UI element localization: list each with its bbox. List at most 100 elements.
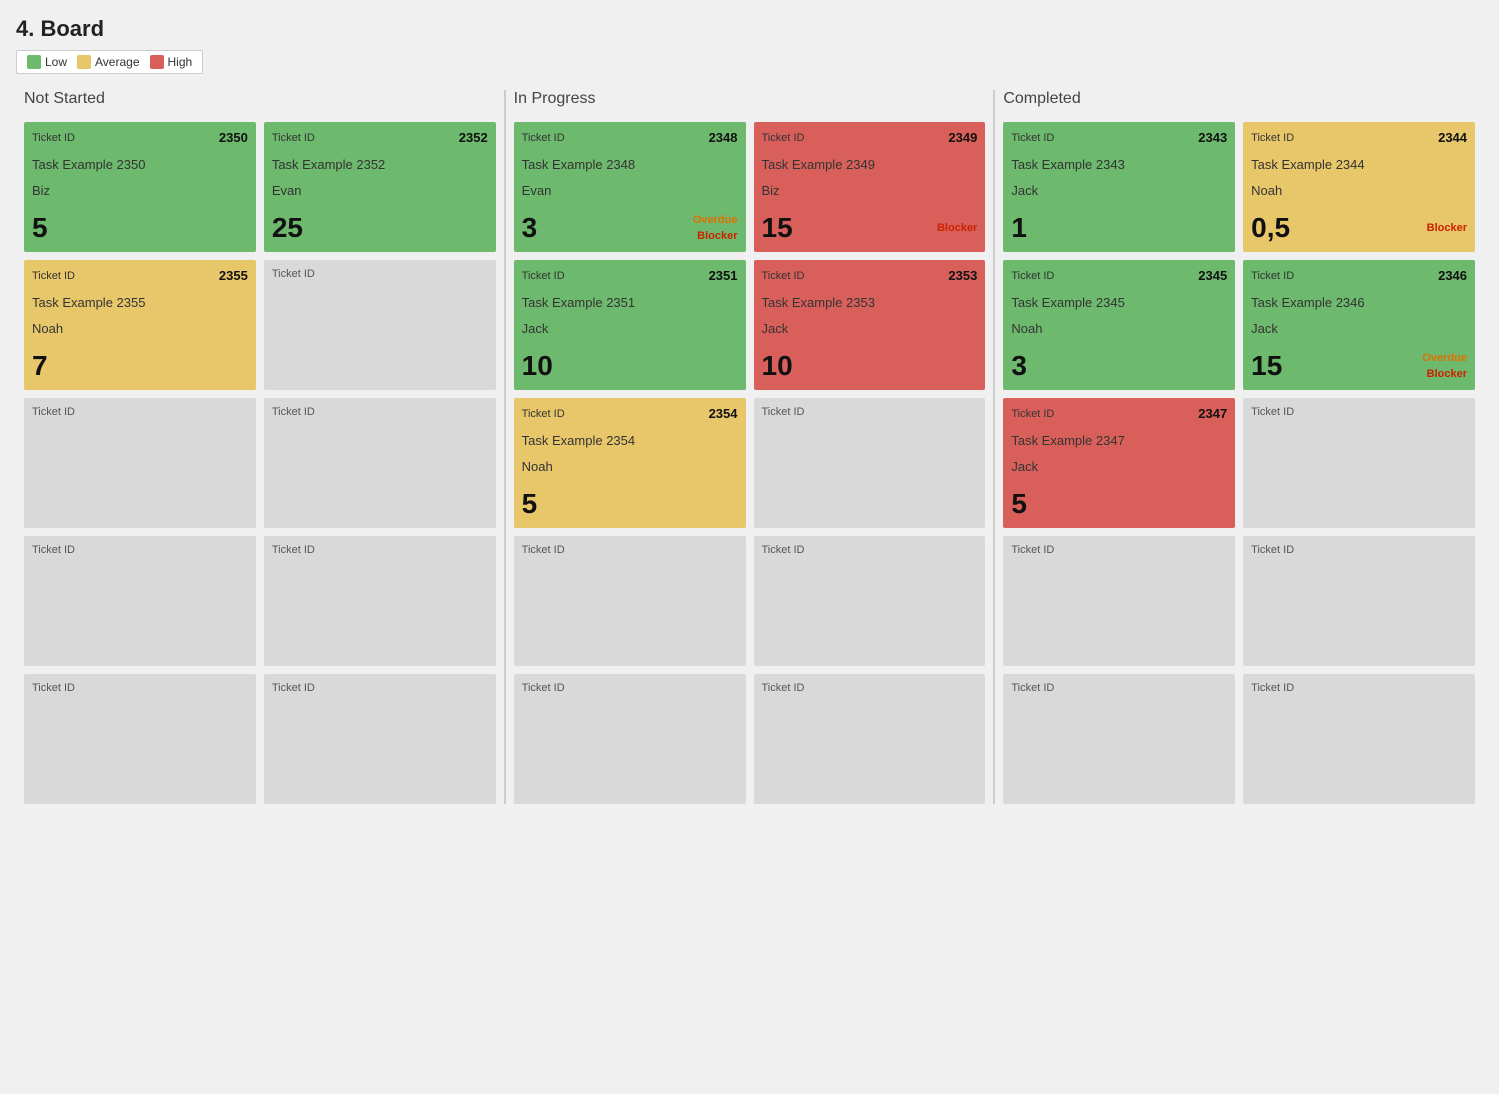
card-header: Ticket ID2355 bbox=[32, 268, 248, 283]
legend-item: High bbox=[150, 55, 193, 69]
column-header: Not Started bbox=[24, 90, 496, 112]
card-header: Ticket ID2354 bbox=[522, 406, 738, 421]
card-points: 5 bbox=[522, 488, 538, 520]
ticket-card: Ticket ID bbox=[1003, 674, 1235, 804]
card-footer: 15Blocker bbox=[762, 212, 978, 244]
legend-color-box bbox=[27, 55, 41, 69]
card-footer: 1 bbox=[1011, 212, 1227, 244]
card-assignee: Jack bbox=[522, 321, 738, 336]
ticket-card[interactable]: Ticket ID 2345 Task Example 2345 Noah 3 bbox=[1003, 260, 1235, 390]
ticket-card: Ticket ID bbox=[264, 674, 496, 804]
legend-item: Low bbox=[27, 55, 67, 69]
card-ticket-label: Ticket ID bbox=[522, 408, 565, 420]
card-ticket-label: Ticket ID bbox=[272, 268, 488, 280]
card-footer: 5 bbox=[32, 212, 248, 244]
card-title: Task Example 2353 bbox=[762, 295, 978, 310]
card-points: 3 bbox=[522, 212, 538, 244]
card-ticket-label: Ticket ID bbox=[32, 406, 248, 418]
card-assignee: Noah bbox=[1011, 321, 1227, 336]
card-ticket-label: Ticket ID bbox=[272, 682, 488, 694]
ticket-card: Ticket ID bbox=[24, 674, 256, 804]
ticket-card[interactable]: Ticket ID2347Task Example 2347Jack5 bbox=[1003, 398, 1235, 528]
card-ticket-label: Ticket ID bbox=[1011, 270, 1054, 282]
card-title: Task Example 2355 bbox=[32, 295, 248, 310]
card-ticket-label: Ticket ID bbox=[1251, 406, 1467, 418]
card-points: 3 bbox=[1011, 350, 1027, 382]
card-assignee: Jack bbox=[762, 321, 978, 336]
card-footer: 3 bbox=[1011, 350, 1227, 382]
card-ticket-label: Ticket ID bbox=[522, 132, 565, 144]
legend-color-box bbox=[150, 55, 164, 69]
card-ticket-label: Ticket ID bbox=[762, 270, 805, 282]
card-header: Ticket ID 2345 bbox=[1011, 268, 1227, 283]
ticket-card[interactable]: Ticket ID2349 Task Example 2349 Biz 15Block… bbox=[754, 122, 986, 252]
column-not-started: Not Started Ticket ID2350 Task Example 235… bbox=[16, 90, 506, 804]
card-title: Task Example 2349 bbox=[762, 157, 978, 172]
ticket-card[interactable]: Ticket ID2343Task Example 2343Jack1 bbox=[1003, 122, 1235, 252]
legend-label: Low bbox=[45, 55, 67, 69]
card-assignee: Biz bbox=[762, 183, 978, 198]
card-ticket-label: Ticket ID bbox=[522, 544, 738, 556]
ticket-card: Ticket ID bbox=[1243, 398, 1475, 528]
card-ticket-label: Ticket ID bbox=[32, 682, 248, 694]
card-ticket-id: 2348 bbox=[709, 130, 738, 145]
card-points: 10 bbox=[762, 350, 793, 382]
card-badges: Blocker bbox=[1427, 222, 1467, 234]
card-title: Task Example 2352 bbox=[272, 157, 488, 172]
ticket-card[interactable]: Ticket ID2355Task Example 2355Noah7 bbox=[24, 260, 256, 390]
ticket-card[interactable]: Ticket ID2346Task Example 2346Jack15Over… bbox=[1243, 260, 1475, 390]
overdue-badge: Overdue bbox=[1422, 352, 1467, 364]
ticket-card[interactable]: Ticket ID2344Task Example 2344Noah0,5Blo… bbox=[1243, 122, 1475, 252]
ticket-card: Ticket ID bbox=[264, 398, 496, 528]
card-ticket-label: Ticket ID bbox=[1251, 682, 1467, 694]
card-ticket-label: Ticket ID bbox=[762, 682, 978, 694]
card-ticket-label: Ticket ID bbox=[762, 406, 978, 418]
card-ticket-label: Ticket ID bbox=[1011, 544, 1227, 556]
card-points: 5 bbox=[32, 212, 48, 244]
ticket-card: Ticket ID bbox=[264, 260, 496, 390]
card-ticket-id: 2345 bbox=[1198, 268, 1227, 283]
card-footer: 5 bbox=[522, 488, 738, 520]
card-header: Ticket ID2350 bbox=[32, 130, 248, 145]
card-header: Ticket ID2353 bbox=[762, 268, 978, 283]
card-title: Task Example 2350 bbox=[32, 157, 248, 172]
card-assignee: Biz bbox=[32, 183, 248, 198]
card-title: Task Example 2348 bbox=[522, 157, 738, 172]
card-header: Ticket ID2349 bbox=[762, 130, 978, 145]
ticket-card: Ticket ID bbox=[754, 398, 986, 528]
blocker-badge: Blocker bbox=[1427, 222, 1467, 234]
card-points: 10 bbox=[522, 350, 553, 382]
legend-label: Average bbox=[95, 55, 139, 69]
card-footer: 25 bbox=[272, 212, 488, 244]
card-ticket-id: 2343 bbox=[1198, 130, 1227, 145]
card-title: Task Example 2345 bbox=[1011, 295, 1227, 310]
card-assignee: Jack bbox=[1011, 459, 1227, 474]
card-points: 15 bbox=[1251, 350, 1282, 382]
card-assignee: Evan bbox=[522, 183, 738, 198]
card-header: Ticket ID2343 bbox=[1011, 130, 1227, 145]
legend-item: Average bbox=[77, 55, 139, 69]
ticket-card[interactable]: Ticket ID 2348 Task Example 2348 Evan 3Overd… bbox=[514, 122, 746, 252]
ticket-card[interactable]: Ticket ID2354Task Example 2354Noah5 bbox=[514, 398, 746, 528]
card-footer: 10 bbox=[762, 350, 978, 382]
card-ticket-label: Ticket ID bbox=[1011, 408, 1054, 420]
card-ticket-id: 2355 bbox=[219, 268, 248, 283]
card-footer: 0,5Blocker bbox=[1251, 212, 1467, 244]
card-badges: Blocker bbox=[937, 222, 977, 234]
card-footer: 3OverdueBlocker bbox=[522, 212, 738, 244]
column-header: Completed bbox=[1003, 90, 1475, 112]
ticket-card[interactable]: Ticket ID2353 Task Example 2353 Jack 10 bbox=[754, 260, 986, 390]
card-ticket-id: 2344 bbox=[1438, 130, 1467, 145]
ticket-card: Ticket ID bbox=[754, 674, 986, 804]
column-in-progress: In ProgressTicket ID2348Task Example 234… bbox=[506, 90, 996, 804]
card-header: Ticket ID2351 bbox=[522, 268, 738, 283]
card-header: Ticket ID2352 bbox=[272, 130, 488, 145]
ticket-card[interactable]: Ticket ID2351Task Example 2351Jack10 bbox=[514, 260, 746, 390]
ticket-card: Ticket ID bbox=[514, 674, 746, 804]
card-ticket-id: 2352 bbox=[459, 130, 488, 145]
ticket-card[interactable]: Ticket ID2350 Task Example 2350 Biz 5 bbox=[24, 122, 256, 252]
ticket-card[interactable]: Ticket ID2352Task Example 2352Evan25 bbox=[264, 122, 496, 252]
blocker-badge: Blocker bbox=[697, 230, 737, 242]
card-points: 5 bbox=[1011, 488, 1027, 520]
card-header: Ticket ID2346 bbox=[1251, 268, 1467, 283]
